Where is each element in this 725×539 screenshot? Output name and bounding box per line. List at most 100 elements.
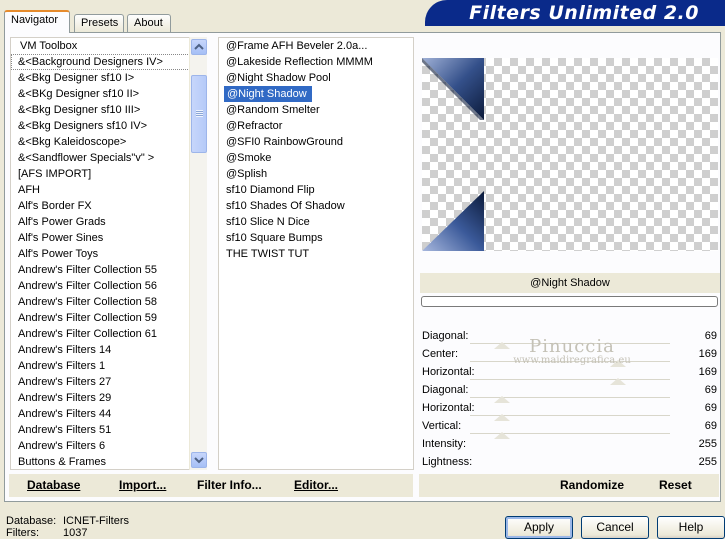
list-item[interactable]: &<Sandflower Specials"v" > — [11, 150, 206, 166]
param-row[interactable]: Intensity: 255 — [420, 435, 720, 453]
list-item[interactable]: Alf's Power Toys — [11, 246, 206, 262]
preview-image[interactable] — [422, 58, 718, 251]
list-item[interactable]: @Frame AFH Beveler 2.0a... — [219, 38, 413, 54]
list-item[interactable]: sf10 Square Bumps — [219, 230, 413, 246]
list-item[interactable]: AFH — [11, 182, 206, 198]
list-item[interactable]: Andrew's Filters 1 — [11, 358, 206, 374]
list-item[interactable]: Andrew's Filters 27 — [11, 374, 206, 390]
scroll-down-button[interactable] — [191, 452, 207, 468]
tab-presets[interactable]: Presets — [74, 14, 124, 32]
database-button[interactable]: Database — [27, 474, 81, 497]
chevron-up-icon — [194, 43, 204, 50]
param-row[interactable]: Center: 169 — [420, 345, 720, 367]
tab-navigator[interactable]: Navigator — [4, 10, 70, 33]
list-item[interactable]: Andrew's Filter Collection 55 — [11, 262, 206, 278]
list-item[interactable]: Andrew's Filter Collection 59 — [11, 310, 206, 326]
category-list[interactable]: VM Toolbox &<Background Designers IV> &<… — [10, 37, 207, 470]
selected-filter-label: @Night Shadow — [420, 273, 720, 293]
editor-label: Editor... — [294, 478, 339, 492]
reset-button[interactable]: Reset — [659, 474, 692, 497]
import-button[interactable]: Import... — [119, 474, 167, 497]
param-row[interactable]: Lightness: 255 — [420, 453, 720, 471]
list-item[interactable]: @Lakeside Reflection MMMM — [219, 54, 413, 70]
scroll-up-button[interactable] — [191, 39, 207, 55]
param-label: Horizontal: — [422, 402, 475, 414]
list-item[interactable]: Alf's Border FX — [11, 198, 206, 214]
list-item[interactable]: [AFS IMPORT] — [11, 166, 206, 182]
list-item[interactable]: @Refractor — [219, 118, 413, 134]
filter-list[interactable]: @Frame AFH Beveler 2.0a... @Lakeside Ref… — [218, 37, 414, 470]
randomize-label: Randomize — [560, 478, 625, 492]
list-item[interactable]: &<BKg Designer sf10 II> — [11, 86, 206, 102]
param-row[interactable]: Horizontal: 169 — [420, 363, 720, 385]
list-item[interactable]: Andrew's Filter Collection 61 — [11, 326, 206, 342]
param-value: 69 — [704, 420, 717, 432]
list-item[interactable]: @SFI0 RainbowGround — [219, 134, 413, 150]
param-row[interactable]: Horizontal: 69 — [420, 399, 720, 421]
database-label: Database — [27, 478, 81, 492]
list-item[interactable]: Andrew's Filters 14 — [11, 342, 206, 358]
list-item[interactable]: Andrew's Filter Collection 58 — [11, 294, 206, 310]
param-value: 169 — [698, 348, 717, 360]
filter-info-label: Filter Info... — [197, 478, 262, 492]
cancel-button[interactable]: Cancel — [581, 516, 649, 539]
list-item[interactable]: sf10 Shades Of Shadow — [219, 198, 413, 214]
list-item[interactable]: @Splish — [219, 166, 413, 182]
filter-info-button[interactable]: Filter Info... — [197, 474, 262, 497]
list-item[interactable]: THE TWIST TUT — [219, 246, 413, 262]
param-row[interactable]: Vertical: 69 — [420, 417, 720, 439]
night-shadow-preview — [422, 58, 484, 251]
list-item[interactable]: Andrew's Filters 44 — [11, 406, 206, 422]
slider-track[interactable] — [470, 414, 670, 421]
import-label: Import... — [119, 478, 167, 492]
param-label: Diagonal: — [422, 330, 469, 342]
list-item[interactable]: &<Bkg Designer sf10 I> — [11, 70, 206, 86]
list-item[interactable]: Andrew's Filters 6 — [11, 438, 206, 454]
list-item[interactable]: Alf's Power Sines — [11, 230, 206, 246]
tab-about[interactable]: About — [127, 14, 171, 32]
slider-track[interactable] — [470, 342, 670, 349]
list-item[interactable]: Andrew's Filter Collection 56 — [11, 278, 206, 294]
list-item-selected[interactable]: @Night Shadow — [224, 86, 312, 102]
list-item[interactable]: Andrew's Filters 29 — [11, 390, 206, 406]
param-label: Center: — [422, 348, 459, 360]
status-label: Filters: — [6, 527, 39, 539]
param-label: Horizontal: — [422, 366, 475, 378]
param-toolbar: Randomize Reset — [419, 474, 719, 497]
list-item[interactable]: VM Toolbox — [11, 38, 206, 54]
list-item[interactable]: &<Bkg Designers sf10 IV> — [11, 118, 206, 134]
list-item[interactable]: sf10 Diamond Flip — [219, 182, 413, 198]
category-scrollbar[interactable] — [189, 37, 207, 470]
list-item[interactable]: Buttons & Frames — [11, 454, 206, 469]
slider-track[interactable] — [470, 360, 670, 367]
list-item[interactable]: sf10 Slice N Dice — [219, 214, 413, 230]
apply-button[interactable]: Apply — [505, 516, 573, 539]
slider-track[interactable] — [470, 432, 670, 439]
list-item[interactable]: &<Background Designers IV> — [11, 54, 206, 70]
list-item[interactable]: &<Bkg Designer sf10 III> — [11, 102, 206, 118]
param-label: Vertical: — [422, 420, 462, 432]
status-value: ICNET-Filters — [63, 515, 129, 527]
editor-button[interactable]: Editor... — [294, 474, 339, 497]
param-value: 255 — [698, 438, 717, 450]
slider-track[interactable] — [470, 378, 670, 385]
param-row[interactable]: Diagonal: 69 — [420, 381, 720, 403]
list-item[interactable]: @Night Shadow Pool — [219, 70, 413, 86]
list-item[interactable]: &<Bkg Kaleidoscope> — [11, 134, 206, 150]
status-area: Database: ICNET-Filters Filters: 1037 — [6, 515, 129, 539]
list-item[interactable]: @Random Smelter — [219, 102, 413, 118]
slider-track[interactable] — [470, 396, 670, 403]
param-value: 169 — [698, 366, 717, 378]
list-item[interactable]: Andrew's Filters 51 — [11, 422, 206, 438]
app-title-banner: Filters Unlimited 2.0 — [425, 0, 725, 26]
param-row[interactable]: Diagonal: 69 — [420, 327, 720, 349]
help-button[interactable]: Help — [657, 516, 725, 539]
param-value: 69 — [704, 402, 717, 414]
status-label: Database: — [6, 515, 57, 527]
scroll-thumb[interactable] — [191, 75, 207, 153]
list-item[interactable]: @Smoke — [219, 150, 413, 166]
list-item[interactable]: Alf's Power Grads — [11, 214, 206, 230]
randomize-button[interactable]: Randomize — [560, 474, 625, 497]
param-label: Intensity: — [422, 438, 467, 450]
param-value: 255 — [698, 456, 717, 468]
